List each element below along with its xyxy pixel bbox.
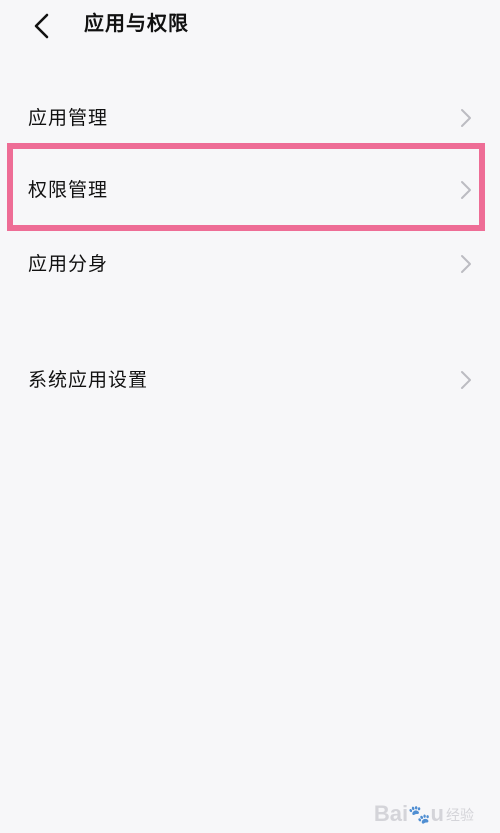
menu-item-permission-management[interactable]: 权限管理 <box>0 160 500 220</box>
back-button[interactable] <box>22 6 62 46</box>
menu-item-app-management[interactable]: 应用管理 <box>0 88 500 148</box>
menu-item-label: 系统应用设置 <box>28 369 149 391</box>
chevron-left-icon <box>34 13 49 39</box>
menu-item-system-app-settings[interactable]: 系统应用设置 <box>0 350 500 410</box>
chevron-right-icon <box>461 255 471 273</box>
watermark-brand-end: u <box>430 801 444 826</box>
menu-item-label: 应用分身 <box>28 253 109 275</box>
chevron-right-icon <box>461 109 471 127</box>
chevron-right-icon <box>461 181 471 199</box>
menu-item-label: 权限管理 <box>28 179 109 201</box>
menu-item-app-clone[interactable]: 应用分身 <box>0 234 500 294</box>
page-title: 应用与权限 <box>84 11 189 35</box>
watermark-brand: Bai <box>373 801 409 826</box>
watermark: Bai🐾u 经验 <box>374 801 474 827</box>
menu-item-label: 应用管理 <box>28 107 109 129</box>
watermark-sub: 经验 <box>446 807 474 824</box>
header-bar: 应用与权限 <box>0 0 500 46</box>
chevron-right-icon <box>461 371 471 389</box>
paw-icon: 🐾 <box>408 804 431 825</box>
